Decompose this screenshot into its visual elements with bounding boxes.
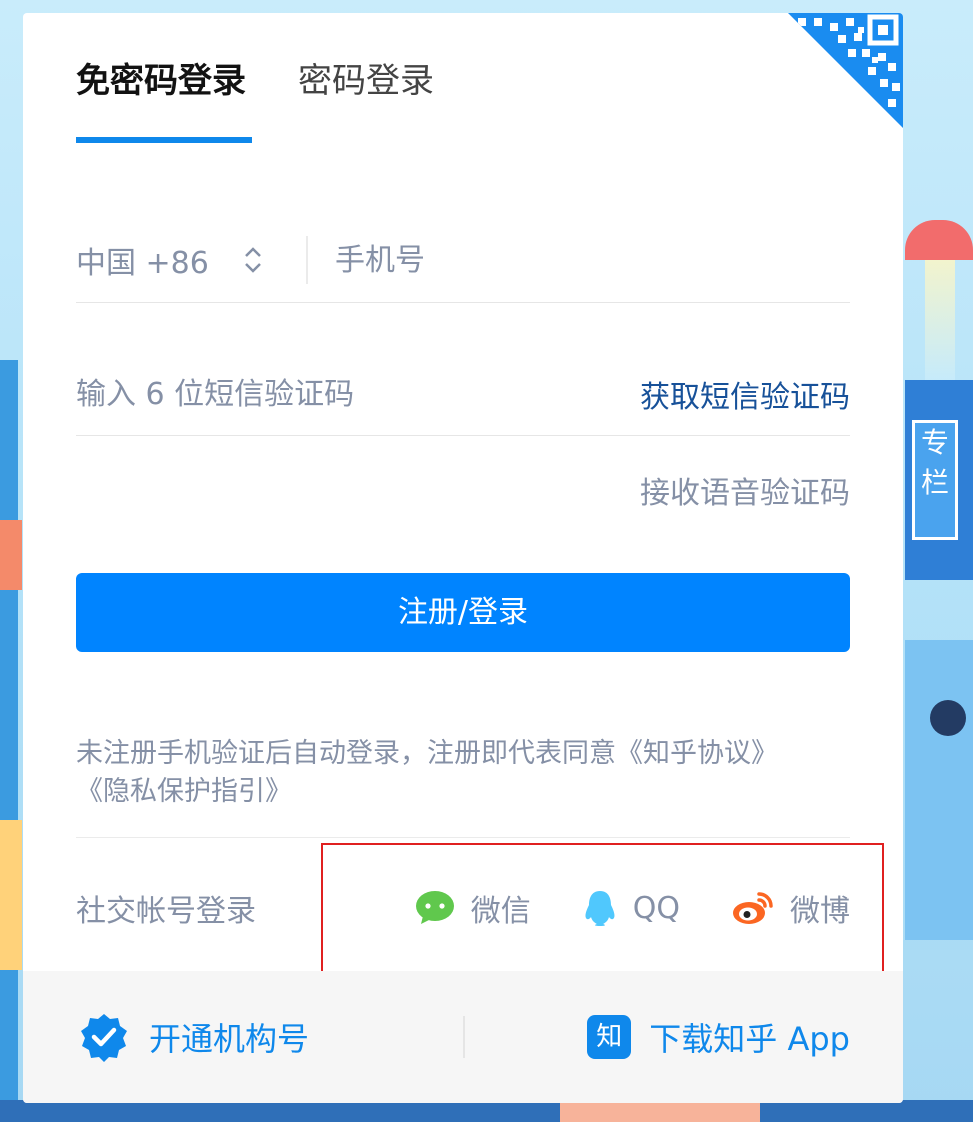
- zhihu-logo-icon: 知: [587, 1015, 632, 1059]
- qq-login-button[interactable]: QQ: [583, 889, 680, 927]
- register-login-button[interactable]: 注册/登录: [76, 573, 850, 652]
- background-decoration: [0, 820, 22, 970]
- active-tab-indicator: [76, 137, 252, 143]
- wechat-login-button[interactable]: 微信: [415, 886, 531, 930]
- tab-sms-login[interactable]: 免密码登录: [76, 58, 298, 148]
- weibo-login-button[interactable]: 微博: [732, 886, 850, 930]
- download-app-button[interactable]: 知 下载知乎 App: [465, 1014, 903, 1060]
- background-desk: [905, 640, 973, 940]
- phone-input[interactable]: [335, 242, 815, 278]
- get-sms-code-button[interactable]: 获取短信验证码: [640, 372, 850, 416]
- sms-code-input[interactable]: [76, 376, 556, 412]
- verified-badge-icon: [81, 1014, 127, 1062]
- login-card: 免密码登录 密码登录 中国 +86 获取短信验证码 接收语音验证码 注册/登录 …: [23, 13, 903, 1103]
- country-code-select[interactable]: 中国 +86: [76, 236, 308, 284]
- divider: [76, 837, 850, 838]
- chevron-up-down-icon: [244, 247, 261, 273]
- tab-password-login[interactable]: 密码登录: [298, 58, 486, 148]
- wechat-icon: [415, 891, 454, 924]
- footer-bar: 开通机构号 知 下载知乎 App: [23, 971, 903, 1103]
- qq-icon: [585, 891, 615, 926]
- background-light-beam: [925, 260, 955, 380]
- wechat-label: 微信: [470, 894, 531, 929]
- background-ground: [0, 1100, 973, 1122]
- open-org-account-button[interactable]: 开通机构号: [23, 1012, 463, 1062]
- privacy-guide-link[interactable]: 《隐私保护指引》: [76, 773, 850, 811]
- voice-code-link[interactable]: 接收语音验证码: [640, 468, 850, 512]
- weibo-icon: [733, 892, 773, 924]
- background-decoration: [0, 520, 22, 590]
- qr-code-icon[interactable]: [788, 13, 903, 128]
- background-roof: [905, 220, 973, 260]
- terms-line-1: 未注册手机验证后自动登录，注册即代表同意《知乎协议》: [76, 738, 778, 769]
- social-login-label: 社交帐号登录: [76, 894, 256, 929]
- social-login-row: 社交帐号登录 微信 QQ 微博: [76, 873, 850, 943]
- qq-label: QQ: [632, 890, 680, 926]
- background-person: [930, 700, 966, 736]
- download-app-label: 下载知乎 App: [649, 1020, 850, 1058]
- terms-text: 未注册手机验证后自动登录，注册即代表同意《知乎协议》 《隐私保护指引》: [76, 735, 850, 811]
- sms-code-row: 获取短信验证码: [76, 353, 850, 436]
- login-tabs: 免密码登录 密码登录: [76, 58, 486, 148]
- background-ground-accent: [560, 1100, 760, 1122]
- country-code-label: 中国 +86: [76, 246, 209, 281]
- weibo-label: 微博: [790, 894, 850, 929]
- open-org-account-label: 开通机构号: [149, 1020, 310, 1058]
- background-sign: 专栏: [912, 420, 958, 540]
- background-building-left: [0, 360, 18, 1100]
- phone-row: 中国 +86: [76, 218, 850, 303]
